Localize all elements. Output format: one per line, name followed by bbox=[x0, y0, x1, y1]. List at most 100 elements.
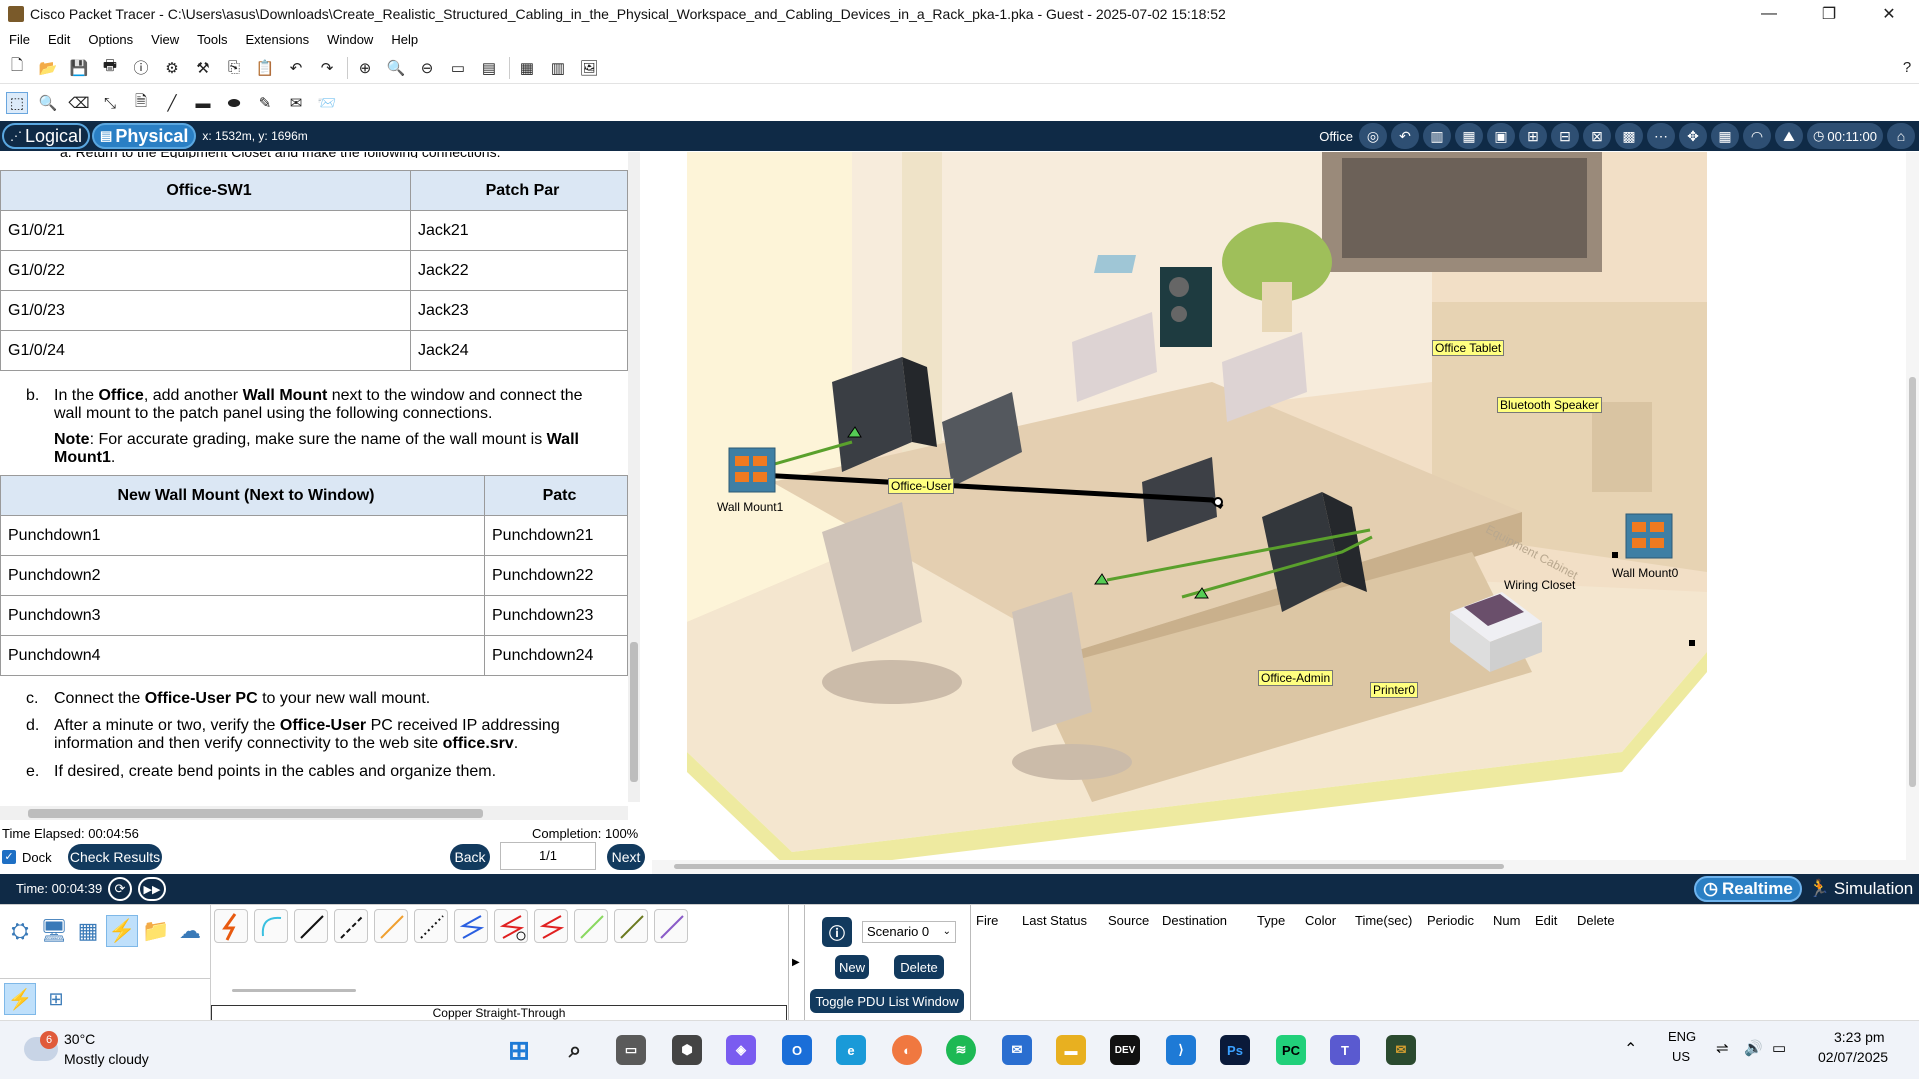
print-icon[interactable]: 🖶 bbox=[99, 57, 121, 79]
toggle-pdu-list-button[interactable]: Toggle PDU List Window bbox=[810, 989, 964, 1013]
teams-icon[interactable]: T bbox=[1330, 1035, 1360, 1065]
copilot-icon[interactable]: ◈ bbox=[726, 1035, 756, 1065]
zoom-in-icon[interactable]: ⊕ bbox=[354, 57, 376, 79]
menu-window[interactable]: Window bbox=[318, 32, 382, 47]
menu-tools[interactable]: Tools bbox=[188, 32, 236, 47]
delete-icon[interactable]: ⌫ bbox=[68, 92, 90, 114]
menu-extensions[interactable]: Extensions bbox=[236, 32, 318, 47]
note-icon[interactable]: 🗎 bbox=[130, 92, 152, 114]
fiber-cable-icon[interactable] bbox=[374, 909, 408, 943]
zoom-out-icon[interactable]: ⊖ bbox=[416, 57, 438, 79]
network-wizard-icon[interactable]: ⚙ bbox=[161, 57, 183, 79]
fast-forward-icon[interactable]: ▶▶ bbox=[138, 877, 166, 901]
line-icon[interactable]: ╱ bbox=[161, 92, 183, 114]
phone-cable-icon[interactable] bbox=[414, 909, 448, 943]
serial-dce-cable-icon[interactable] bbox=[494, 909, 528, 943]
serial-dte-cable-icon[interactable] bbox=[534, 909, 568, 943]
open-folder-icon[interactable]: 📂 bbox=[37, 57, 59, 79]
scroll-thumb[interactable] bbox=[1909, 377, 1916, 787]
battery-icon[interactable]: ▭ bbox=[1772, 1039, 1786, 1057]
image-icon[interactable]: 🖼 bbox=[578, 57, 600, 79]
realtime-mode-button[interactable]: ◷ Realtime bbox=[1694, 876, 1802, 902]
next-button[interactable]: Next bbox=[607, 844, 645, 870]
packet-tracer-taskbar-icon[interactable]: ✉ bbox=[1386, 1035, 1416, 1065]
usb-cable-icon[interactable] bbox=[654, 909, 688, 943]
coaxial-cable-icon[interactable] bbox=[454, 909, 488, 943]
menu-options[interactable]: Options bbox=[79, 32, 142, 47]
simple-pdu-icon[interactable]: ✉ bbox=[285, 92, 307, 114]
check-results-button[interactable]: Check Results bbox=[68, 844, 162, 870]
network-devices-icon[interactable]: ⛭ bbox=[4, 915, 36, 947]
cube-app-icon[interactable]: ⬢ bbox=[672, 1035, 702, 1065]
auto-connection-icon[interactable] bbox=[214, 909, 248, 943]
pycharm-icon[interactable]: PC bbox=[1276, 1035, 1306, 1065]
new-scenario-button[interactable]: New bbox=[835, 955, 869, 979]
workspace-horizontal-scrollbar[interactable] bbox=[652, 860, 1906, 874]
physical-view-button[interactable]: ▤ Physical bbox=[92, 123, 197, 149]
office-admin-label[interactable]: Office-Admin bbox=[1258, 670, 1334, 686]
close-button[interactable]: ✕ bbox=[1866, 0, 1912, 28]
new-rack-icon[interactable]: ⊟ bbox=[1551, 123, 1580, 149]
console-cable-icon[interactable] bbox=[254, 909, 288, 943]
iot-custom-cable-icon[interactable] bbox=[614, 909, 648, 943]
navigation-icon[interactable]: ◎ bbox=[1359, 123, 1388, 149]
components-icon[interactable]: ▦ bbox=[72, 915, 104, 947]
home-icon[interactable]: ⌂ bbox=[1887, 123, 1915, 149]
complex-pdu-icon[interactable]: 📨 bbox=[316, 92, 338, 114]
activity-wizard-icon[interactable]: ⚒ bbox=[192, 57, 214, 79]
file-explorer-icon[interactable]: ▬ bbox=[1056, 1035, 1086, 1065]
resize-icon[interactable]: ⤡ bbox=[99, 92, 121, 114]
set-background-icon[interactable]: ▩ bbox=[1615, 123, 1644, 149]
ellipse-icon[interactable]: ⬬ bbox=[223, 92, 245, 114]
save-icon[interactable]: 💾 bbox=[68, 57, 90, 79]
wall-mount0-label[interactable]: Wall Mount0 bbox=[1612, 566, 1678, 580]
multiuser-icon[interactable]: ☁ bbox=[174, 915, 206, 947]
taskbar-time[interactable]: 3:23 pm bbox=[1834, 1029, 1885, 1045]
new-file-icon[interactable]: 🗋 bbox=[6, 57, 28, 79]
minimize-button[interactable]: — bbox=[1746, 0, 1792, 28]
dock-checkbox[interactable]: ✓ bbox=[2, 850, 16, 864]
dev-home-icon[interactable]: DEV bbox=[1110, 1035, 1140, 1065]
instructions-horizontal-scrollbar[interactable] bbox=[0, 806, 628, 820]
scroll-thumb[interactable] bbox=[674, 864, 1504, 869]
info-icon[interactable]: ⓘ bbox=[130, 57, 152, 79]
scenario-select[interactable]: Scenario 0 ⌄ bbox=[862, 921, 956, 943]
pdu-info-icon[interactable]: ⓘ bbox=[822, 917, 852, 947]
grid-icon[interactable]: ⋯ bbox=[1647, 123, 1676, 149]
task-view-icon[interactable]: ▭ bbox=[616, 1035, 646, 1065]
orange-app-icon[interactable]: ◐ bbox=[892, 1035, 922, 1065]
search-icon[interactable]: ⌕ bbox=[560, 1035, 590, 1065]
inspect-icon[interactable]: 🔍 bbox=[37, 92, 59, 114]
mail-icon[interactable]: ✉ bbox=[1002, 1035, 1032, 1065]
back-button[interactable]: Back bbox=[450, 844, 490, 870]
wiring-closet-label[interactable]: Wiring Closet bbox=[1504, 578, 1575, 592]
collapse-arrow-icon[interactable]: ▶ bbox=[792, 957, 800, 968]
zoom-reset-icon[interactable]: 🔍 bbox=[385, 57, 407, 79]
end-devices-icon[interactable]: 🖥 bbox=[38, 915, 70, 947]
cable-scrollbar[interactable] bbox=[232, 989, 356, 992]
power-cycle-icon[interactable]: ⟳ bbox=[108, 877, 132, 901]
viewport-icon[interactable]: ▦ bbox=[516, 57, 538, 79]
scroll-thumb[interactable] bbox=[28, 809, 483, 818]
octal-cable-icon[interactable] bbox=[574, 909, 608, 943]
bluetooth-speaker-label[interactable]: Bluetooth Speaker bbox=[1497, 397, 1602, 413]
volume-icon[interactable]: 🔊 bbox=[1744, 1039, 1763, 1057]
start-icon[interactable]: ⊞ bbox=[504, 1035, 534, 1065]
move-icon[interactable]: ✥ bbox=[1679, 123, 1708, 149]
connections-subtype-icon[interactable]: ⚡ bbox=[4, 983, 36, 1015]
copy-icon[interactable]: ⎘ bbox=[223, 57, 245, 79]
workspace-vertical-scrollbar[interactable] bbox=[1906, 152, 1919, 874]
photoshop-icon[interactable]: Ps bbox=[1220, 1035, 1250, 1065]
select-icon[interactable]: ⬚ bbox=[6, 92, 28, 114]
paste-icon[interactable]: 📋 bbox=[254, 57, 276, 79]
new-closet-icon[interactable]: ▣ bbox=[1487, 123, 1516, 149]
network-icon[interactable]: ⇌ bbox=[1716, 1039, 1729, 1057]
custom-device-icon[interactable]: ▤ bbox=[478, 57, 500, 79]
drawing-palette-icon[interactable]: ▭ bbox=[447, 57, 469, 79]
crossover-cable-icon[interactable] bbox=[334, 909, 368, 943]
device-template-icon[interactable]: ▥ bbox=[547, 57, 569, 79]
instructions-vertical-scrollbar[interactable] bbox=[628, 152, 640, 802]
vscode-icon[interactable]: ⟩ bbox=[1166, 1035, 1196, 1065]
new-city-icon[interactable]: ▥ bbox=[1423, 123, 1452, 149]
undo-icon[interactable]: ↶ bbox=[285, 57, 307, 79]
